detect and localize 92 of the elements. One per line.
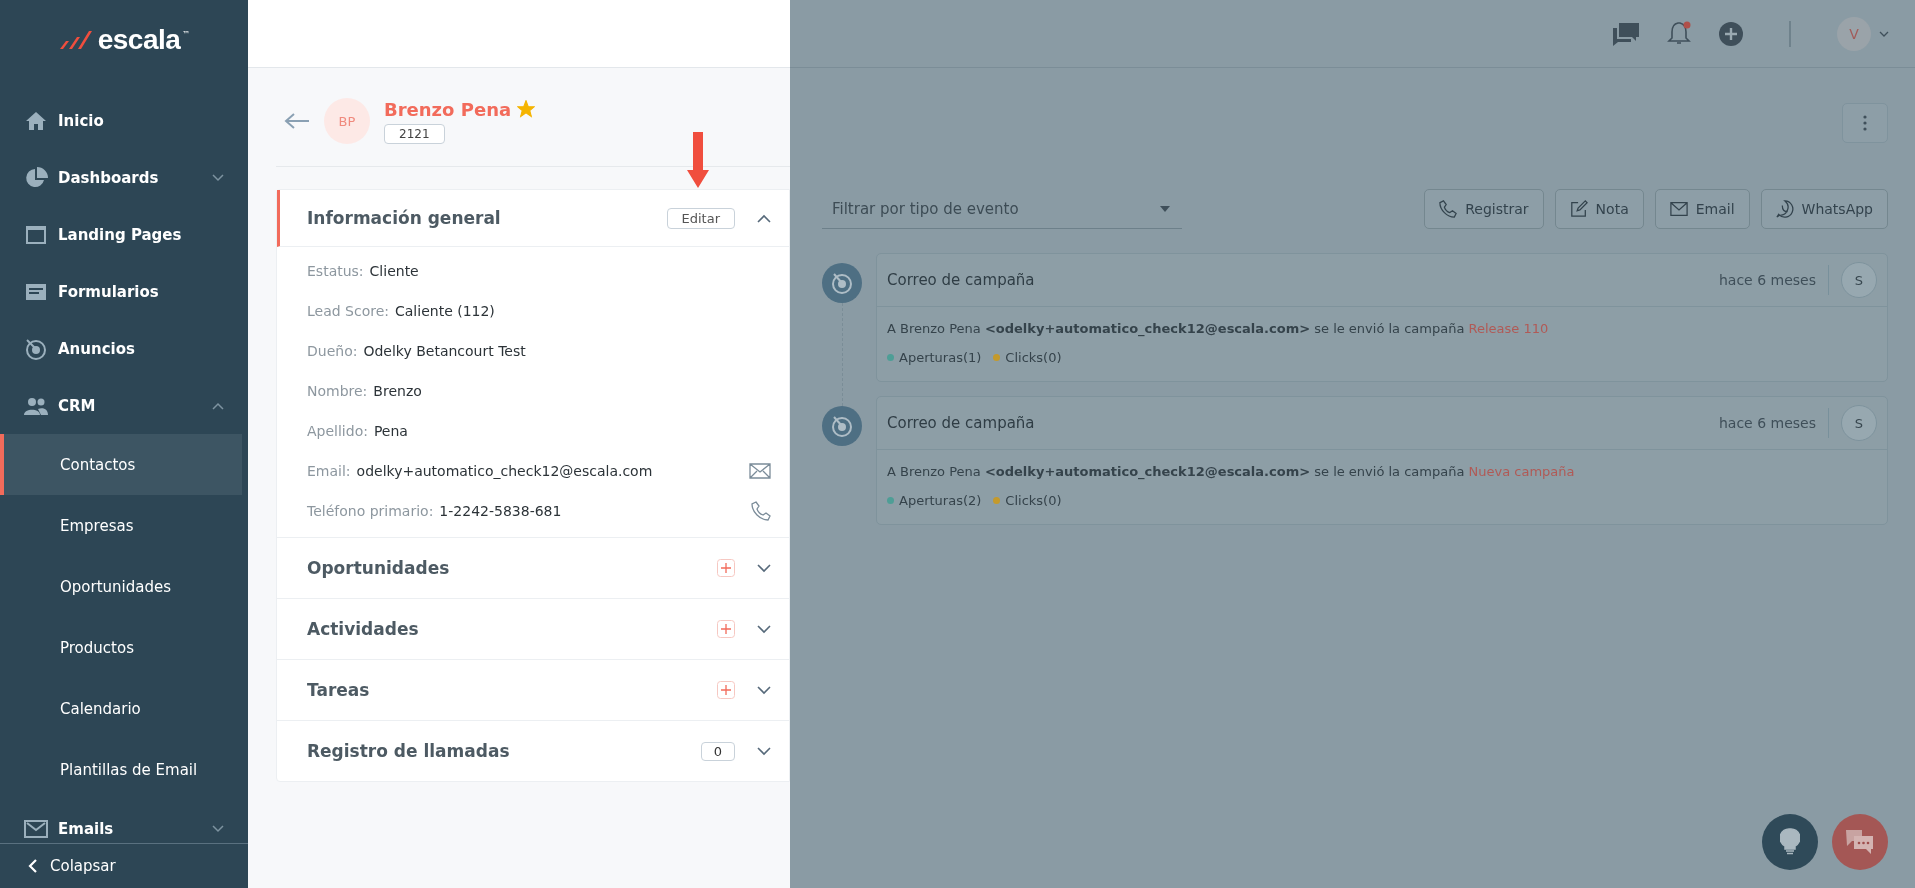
caret-icon [757,213,771,223]
add-icon[interactable] [717,681,735,699]
sidebar-item[interactable]: Emails [0,800,248,843]
nav-icon [24,817,48,840]
action-button[interactable]: Email [1654,189,1750,229]
event-title: Correo de campaña [887,271,1036,289]
action-button[interactable]: Registrar [1424,189,1544,229]
contact-id-badge: 2121 [384,123,445,144]
stat-label: Clicks(0) [1005,350,1062,365]
add-circle-icon[interactable] [1719,21,1743,46]
info-section-header[interactable]: Información general Editar [277,190,789,247]
field-value: Pena [373,423,409,439]
caret-icon [212,824,224,833]
field-label: Nombre: [307,383,368,399]
sidebar-subitem[interactable]: Contactos [0,434,242,495]
sidebar-subitem[interactable]: Productos [0,617,248,678]
event-time: hace 6 meses [1718,272,1816,288]
chat-icon[interactable] [1611,20,1641,47]
field-value: odelky+automatico_check12@escala.com [356,463,654,479]
add-icon[interactable] [717,620,735,638]
sidebar-item[interactable]: Landing Pages [0,206,248,263]
stat-label: Aperturas(2) [899,493,982,508]
chat-button[interactable] [1832,814,1888,870]
contact-name: Brenzo Pena [384,98,512,120]
field-value: Caliente (112) [395,303,496,319]
count-badge: 0 [700,741,735,761]
add-icon[interactable] [717,559,735,577]
stat-label: Clicks(0) [1005,493,1062,508]
sidebar-item[interactable]: CRM [0,377,248,434]
section-header[interactable]: Oportunidades [277,537,789,598]
section-header[interactable]: Registro de llamadas 0 [277,720,789,781]
field-value: Cliente [369,263,420,279]
target-icon [822,406,862,446]
sidebar-item[interactable]: Inicio [0,92,248,149]
user-avatar: S [1841,262,1877,298]
event-title: Correo de campaña [887,414,1036,432]
stat-label: Aperturas(1) [899,350,982,365]
sidebar-subitem[interactable]: Plantillas de Email [0,739,248,800]
field-value: 1-2242-5838-681 [439,503,563,519]
event-description: A Brenzo Pena <odelky+automatico_check12@escala.com> se le envió la campaña [887,321,1465,336]
field-label: Apellido: [307,423,368,439]
star-icon[interactable] [517,100,536,118]
field-label: Lead Score: [307,303,389,319]
nav-icon [24,166,48,189]
dropdown-caret-icon [1160,205,1170,212]
nav-icon [24,337,48,360]
sidebar-subitem[interactable]: Calendario [0,678,248,739]
logo-icon [57,29,92,51]
arrow-icon [687,132,709,188]
tips-button[interactable] [1762,814,1818,870]
nav-icon [24,223,48,246]
field-value: Odelky Betancourt Test [363,343,527,359]
action-button[interactable]: Nota [1554,189,1644,229]
target-icon [822,263,862,303]
caret-icon [757,746,771,756]
caret-icon [757,624,771,634]
user-avatar: S [1841,405,1877,441]
action-button[interactable]: WhatsApp [1760,189,1888,229]
sidebar-item[interactable]: Anuncios [0,320,248,377]
caret-icon [757,563,771,573]
event-description: A Brenzo Pena <odelky+automatico_check12@escala.com> se le envió la campaña [887,464,1465,479]
field-label: Dueño: [307,343,358,359]
section-header[interactable]: Actividades [277,598,789,659]
logo-text: escala [97,24,181,56]
caret-icon [212,173,224,182]
sidebar-subitem[interactable]: Empresas [0,495,248,556]
sidebar-subitem[interactable]: Oportunidades [0,556,248,617]
edit-icon [1569,200,1588,218]
chevron-left-icon [28,858,38,874]
sidebar-item[interactable]: Formularios [0,263,248,320]
field-value: Brenzo [373,383,423,399]
caret-icon[interactable] [1879,30,1889,37]
kebab-icon [1863,115,1867,131]
envelope-icon [1669,200,1688,218]
nav-icon [24,109,48,132]
field-label: Estatus: [307,263,364,279]
caret-icon [212,401,224,410]
back-arrow-icon[interactable] [284,112,310,130]
section-header[interactable]: Tareas [277,659,789,720]
phone-icon [1439,200,1458,218]
event-time: hace 6 meses [1718,415,1816,431]
sidebar-item[interactable]: Dashboards [0,149,248,206]
lightbulb-icon [1780,828,1800,856]
phone-icon[interactable] [751,501,771,521]
field-label: Teléfono primario: [307,503,434,519]
chat-bubbles-icon [1844,828,1876,856]
envelope-icon[interactable] [749,463,771,479]
field-label: Email: [307,463,351,479]
trademark: ™ [182,30,191,39]
edit-button[interactable]: Editar [666,207,735,229]
caret-icon [757,685,771,695]
contact-avatar: BP [324,98,370,144]
